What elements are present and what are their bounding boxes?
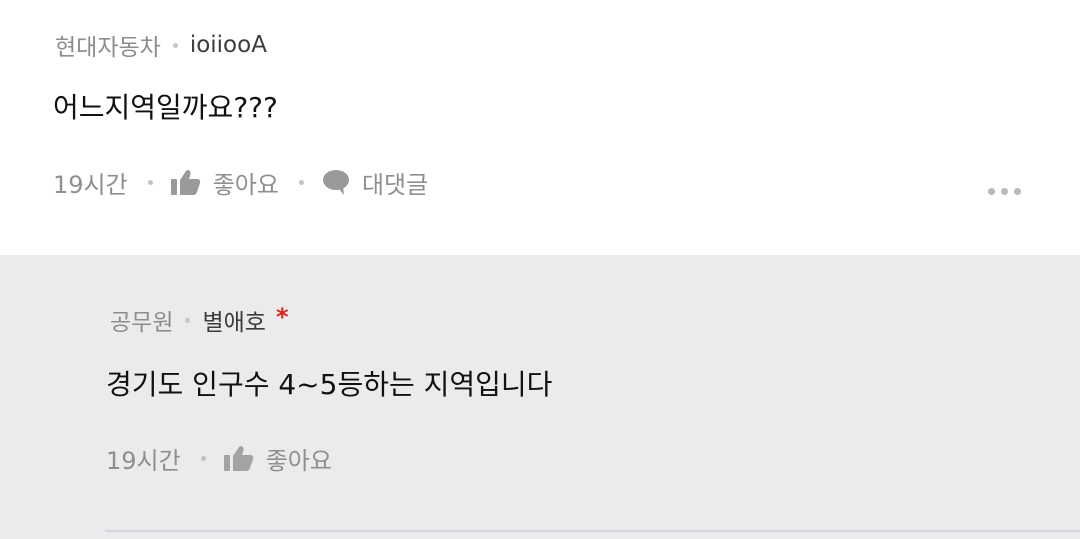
action-separator-dot	[200, 455, 206, 461]
reply-label: 대댓글	[361, 170, 429, 199]
like-label: 좋아요	[265, 446, 332, 475]
reply-text: 경기도 인구수 4~5등하는 지역입니다	[106, 368, 553, 401]
reply-time: 19시간	[106, 446, 181, 475]
reply-button[interactable]: 대댓글	[322, 165, 428, 200]
reply-like-button[interactable]: 좋아요	[223, 441, 332, 476]
author-badge: *	[275, 303, 289, 331]
meta-separator-dot	[172, 42, 178, 48]
comment-thread: 현대자동차 ioiiooA 어느지역일까요??? 19시간 좋아요 대댓글 공무…	[0, 0, 1080, 539]
reply-company: 공무원	[110, 310, 174, 336]
comment-nickname[interactable]: ioiiooA	[190, 32, 267, 58]
speech-bubble-icon	[322, 170, 349, 195]
reply-nickname[interactable]: 별애호	[202, 303, 265, 337]
more-options-button[interactable]	[988, 188, 1021, 195]
comment-company: 현대자동차	[55, 35, 161, 61]
comment-meta: 현대자동차 ioiiooA	[55, 27, 267, 63]
thumbs-up-icon	[170, 170, 200, 195]
reply-actions: 19시간 좋아요	[106, 440, 332, 476]
comment-text: 어느지역일까요???	[53, 91, 278, 124]
like-button[interactable]: 좋아요	[170, 165, 279, 200]
comment-item: 현대자동차 ioiiooA 어느지역일까요??? 19시간 좋아요 대댓글	[0, 0, 1080, 255]
more-dot	[988, 188, 995, 195]
reply-meta: 공무원 별애호 *	[110, 302, 289, 338]
more-dot	[1014, 188, 1021, 195]
like-label: 좋아요	[212, 170, 279, 199]
more-dot	[1001, 188, 1008, 195]
meta-separator-dot	[185, 317, 191, 323]
thumbs-up-icon	[223, 446, 253, 471]
comment-actions: 19시간 좋아요 대댓글	[53, 164, 428, 200]
action-separator-dot	[147, 179, 153, 185]
action-separator-dot	[298, 179, 304, 185]
divider	[105, 530, 1080, 532]
comment-time: 19시간	[53, 170, 128, 199]
